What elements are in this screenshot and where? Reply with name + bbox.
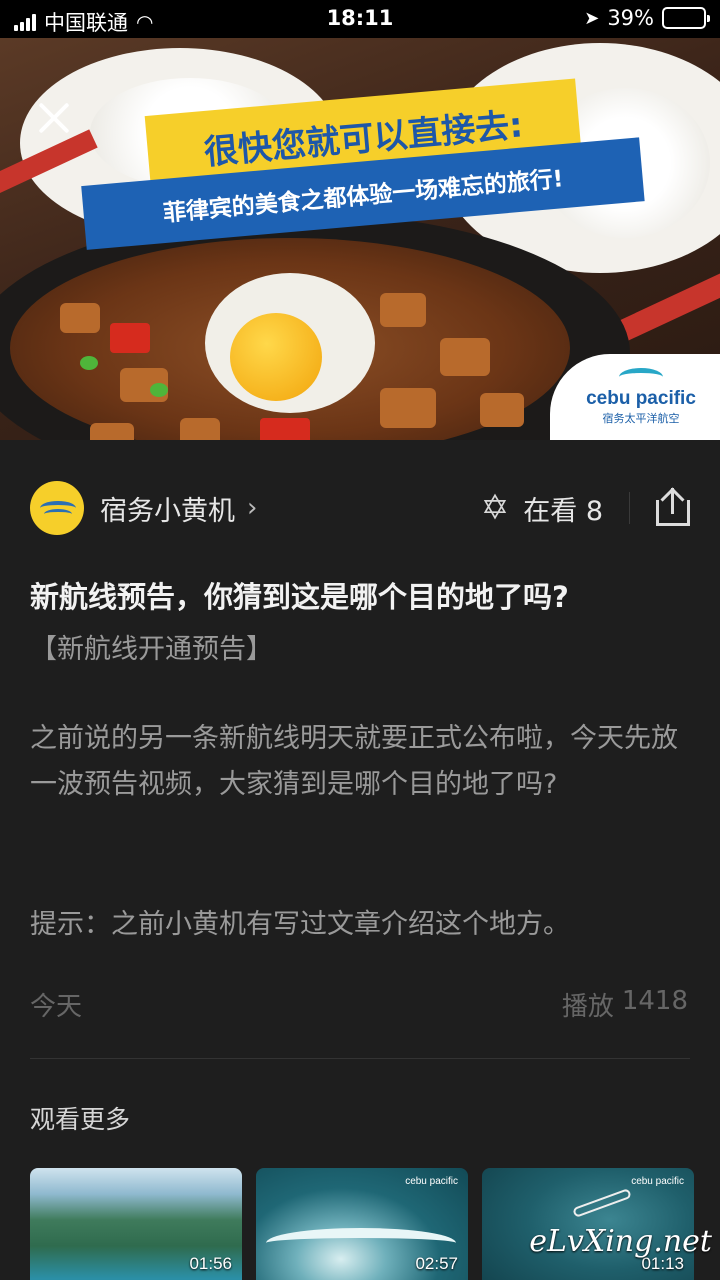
green-onion bbox=[150, 383, 168, 397]
more-videos-heading: 观看更多 bbox=[30, 1105, 131, 1134]
logo-subtext: 宿务太平洋航空 bbox=[602, 412, 680, 425]
status-right: ➤ 39% bbox=[584, 6, 710, 30]
video-brand: cebu pacific bbox=[631, 1176, 684, 1187]
egg-yolk bbox=[230, 313, 322, 401]
red-pepper bbox=[260, 418, 310, 440]
account-row: 宿务小黄机 › ✡ 在看 8 bbox=[30, 468, 690, 548]
article-title: 新航线预告，你猜到这是哪个目的地了吗? bbox=[30, 580, 569, 614]
video-thumbnail[interactable]: cebu pacific 02:57 bbox=[256, 1168, 468, 1280]
pork-chunk bbox=[480, 393, 524, 427]
close-icon[interactable] bbox=[36, 100, 72, 136]
article-hint-paragraph: 提示：之前小黄机有写过文章介绍这个地方。 bbox=[30, 909, 570, 940]
battery-percent: 39% bbox=[607, 6, 654, 30]
video-duration: 02:57 bbox=[415, 1254, 458, 1273]
pork-chunk bbox=[380, 293, 426, 327]
red-pepper bbox=[110, 323, 150, 353]
divider bbox=[629, 492, 630, 524]
boat-graphic bbox=[572, 1188, 632, 1218]
green-onion bbox=[80, 356, 98, 370]
pork-chunk bbox=[60, 303, 100, 333]
watching-button[interactable]: 在看 8 bbox=[523, 489, 603, 528]
publish-date: 今天 bbox=[30, 992, 83, 1022]
pork-chunk bbox=[90, 423, 134, 440]
video-duration: 01:56 bbox=[189, 1254, 232, 1273]
share-icon[interactable] bbox=[656, 487, 690, 528]
chevron-right-icon[interactable]: › bbox=[247, 493, 257, 523]
watching-label: 在看 bbox=[523, 495, 578, 527]
pork-chunk bbox=[440, 338, 490, 376]
plays-count: 1418 bbox=[621, 986, 688, 1016]
wing-icon bbox=[619, 368, 663, 386]
cebu-pacific-logo: cebu pacific 宿务太平洋航空 bbox=[550, 354, 720, 440]
watermark: eLvXing.net bbox=[529, 1224, 712, 1259]
location-icon: ➤ bbox=[584, 7, 600, 29]
star-icon[interactable]: ✡ bbox=[481, 488, 510, 528]
battery-icon bbox=[662, 7, 710, 29]
logo-text: cebu pacific bbox=[586, 388, 696, 409]
watching-count: 8 bbox=[585, 495, 603, 527]
section-divider bbox=[30, 1058, 690, 1059]
pork-chunk bbox=[380, 388, 436, 428]
article-body-paragraph: 之前说的另一条新航线明天就要正式公布啦，今天先放一波预告视频，大家猜到是哪个目的… bbox=[30, 723, 678, 800]
play-count: 播放 1418 bbox=[562, 986, 688, 1023]
status-bar: 中国联通 ◠ 18:11 ➤ 39% bbox=[0, 0, 720, 38]
article-subtitle: 【新航线开通预告】 bbox=[30, 634, 273, 665]
plays-label: 播放 bbox=[561, 992, 614, 1022]
video-thumbnail[interactable]: 01:56 bbox=[30, 1168, 242, 1280]
wing-icon-secondary bbox=[44, 509, 72, 519]
account-name[interactable]: 宿务小黄机 bbox=[100, 489, 235, 528]
avatar[interactable] bbox=[30, 481, 84, 535]
hero-image: 很快您就可以直接去: 菲律宾的美食之都体验一场难忘的旅行! cebu pacif… bbox=[0, 38, 720, 440]
video-brand: cebu pacific bbox=[405, 1176, 458, 1187]
pork-chunk bbox=[180, 418, 220, 440]
